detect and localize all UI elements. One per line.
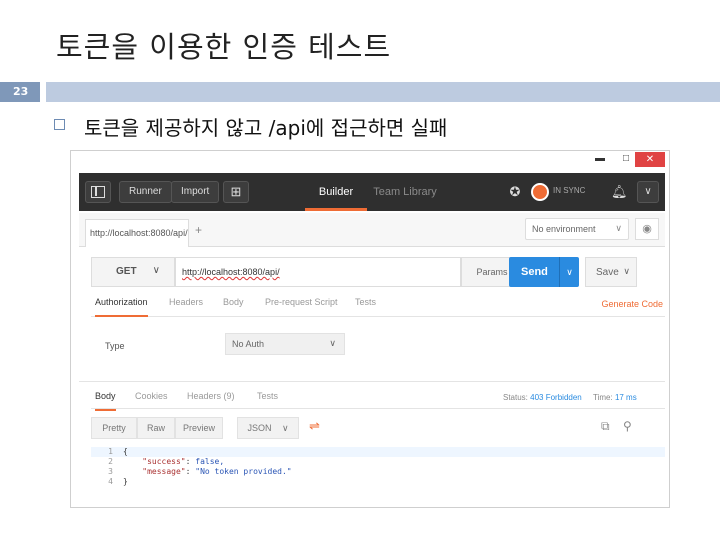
raw-button[interactable]: Raw xyxy=(137,417,175,439)
slide-title: 토큰을 이용한 인증 테스트 xyxy=(56,30,392,64)
save-button[interactable]: Save ∨ xyxy=(585,257,637,287)
json-key: "success" xyxy=(142,457,186,466)
new-tab-button[interactable]: ⊞ xyxy=(223,181,249,203)
window-titlebar: ▬ □ ✕ xyxy=(71,151,669,169)
main-toolbar: Runner Import ⊞ Builder Team Library ✪ I… xyxy=(79,173,665,211)
environment-select[interactable]: No environment ∨ xyxy=(525,218,629,240)
chevron-down-icon: ∨ xyxy=(152,265,160,276)
interceptor-icon[interactable]: ✪ xyxy=(507,184,523,200)
request-tabs-bar: http://localhost:8080/api/ + No environm… xyxy=(79,213,665,247)
account-dropdown-button[interactable]: ∨ xyxy=(637,181,659,203)
request-tab[interactable]: http://localhost:8080/api/ xyxy=(85,219,189,247)
runner-button[interactable]: Runner xyxy=(119,181,172,203)
code-text: { xyxy=(123,447,128,456)
json-key: "message" xyxy=(142,467,186,476)
add-tab-icon[interactable]: + xyxy=(195,223,213,237)
tab-response-tests[interactable]: Tests xyxy=(257,391,278,411)
tab-body[interactable]: Body xyxy=(223,297,244,317)
tab-builder[interactable]: Builder xyxy=(305,173,367,211)
line-number: 2 xyxy=(108,457,113,466)
tab-headers[interactable]: Headers xyxy=(169,297,203,317)
response-toolbar: Pretty Raw Preview JSON ∨ ⇌ ⧉ ⚲ xyxy=(91,417,665,439)
format-select[interactable]: JSON ∨ xyxy=(237,417,299,439)
tab-authorization[interactable]: Authorization xyxy=(95,297,148,317)
sidebar-toggle-button[interactable] xyxy=(85,181,111,203)
code-line: 1 { xyxy=(91,447,665,457)
response-body: 1 { 2 "success": false, 3 "message": "No… xyxy=(91,447,665,487)
url-value: http://localhost:8080/api/ xyxy=(182,267,280,277)
chevron-down-icon: ∨ xyxy=(615,223,622,233)
plus-box-icon: ⊞ xyxy=(230,184,242,199)
format-value: JSON xyxy=(247,423,272,433)
copy-icon[interactable]: ⧉ xyxy=(601,419,610,434)
sidebar-icon xyxy=(91,186,105,198)
sync-icon[interactable] xyxy=(531,183,549,201)
send-label: Send xyxy=(521,266,548,278)
line-number: 3 xyxy=(108,467,113,476)
chevron-down-icon: ∨ xyxy=(329,338,336,348)
bullet-text: 토큰을 제공하지 않고 /api에 접근하면 실패 xyxy=(84,116,448,140)
pretty-button[interactable]: Pretty xyxy=(91,417,137,439)
bell-icon[interactable]: 🔔︎ xyxy=(611,184,628,200)
tab-cookies[interactable]: Cookies xyxy=(135,391,168,411)
line-number: 4 xyxy=(108,477,113,486)
response-status: Status: 403 Forbidden xyxy=(503,393,582,402)
sync-status: IN SYNC xyxy=(553,186,586,195)
eye-icon[interactable]: ◉ xyxy=(635,218,659,240)
bullet-square-icon xyxy=(54,119,65,130)
code-text: } xyxy=(123,477,128,486)
code-line: 4 } xyxy=(91,477,665,487)
json-value: false, xyxy=(190,457,225,466)
code-line: 2 "success": false, xyxy=(91,457,665,467)
tab-pre-request-script[interactable]: Pre-request Script xyxy=(265,297,338,317)
response-time: Time: 17 ms xyxy=(593,393,637,402)
tab-response-body[interactable]: Body xyxy=(95,391,116,411)
chevron-down-icon[interactable]: ∨ xyxy=(623,266,630,277)
url-input[interactable]: http://localhost:8080/api/ xyxy=(175,257,461,287)
tab-response-headers[interactable]: Headers (9) xyxy=(187,391,235,411)
chevron-down-icon[interactable]: ∨ xyxy=(559,257,579,287)
wrap-lines-icon[interactable]: ⇌ xyxy=(309,418,320,434)
chevron-down-icon: ∨ xyxy=(281,423,289,433)
environment-value: No environment xyxy=(532,224,596,234)
request-section-tabs: Authorization Headers Body Pre-request S… xyxy=(91,295,665,317)
minimize-icon[interactable]: ▬ xyxy=(595,153,605,165)
time-label: Time: xyxy=(593,393,613,402)
close-icon[interactable]: ✕ xyxy=(635,152,665,167)
url-bar: GET ∨ http://localhost:8080/api/ Params … xyxy=(91,257,665,287)
code-line: 3 "message": "No token provided." xyxy=(91,467,665,477)
method-value: GET xyxy=(116,266,137,277)
header-bar xyxy=(46,82,720,102)
search-icon[interactable]: ⚲ xyxy=(623,419,632,433)
save-label: Save xyxy=(596,267,619,278)
auth-type-value: No Auth xyxy=(232,339,265,349)
response-divider xyxy=(79,381,665,382)
page-number: 23 xyxy=(0,82,40,102)
postman-window: ▬ □ ✕ Runner Import ⊞ Builder Team Libra… xyxy=(70,150,670,508)
generate-code-link[interactable]: Generate Code xyxy=(601,299,663,309)
send-button[interactable]: Send ∨ xyxy=(509,257,579,287)
method-select[interactable]: GET ∨ xyxy=(91,257,175,287)
maximize-icon[interactable]: □ xyxy=(623,153,629,165)
auth-type-select[interactable]: No Auth ∨ xyxy=(225,333,345,355)
tab-tests[interactable]: Tests xyxy=(355,297,376,317)
json-value: "No token provided." xyxy=(190,467,292,476)
auth-type-label: Type xyxy=(105,341,125,351)
import-button[interactable]: Import xyxy=(171,181,220,203)
time-value: 17 ms xyxy=(614,393,637,402)
tab-team-library[interactable]: Team Library xyxy=(369,173,441,211)
preview-button[interactable]: Preview xyxy=(175,417,223,439)
line-number: 1 xyxy=(108,447,113,456)
status-label: Status: xyxy=(503,393,528,402)
status-value: 403 Forbidden xyxy=(530,393,582,402)
